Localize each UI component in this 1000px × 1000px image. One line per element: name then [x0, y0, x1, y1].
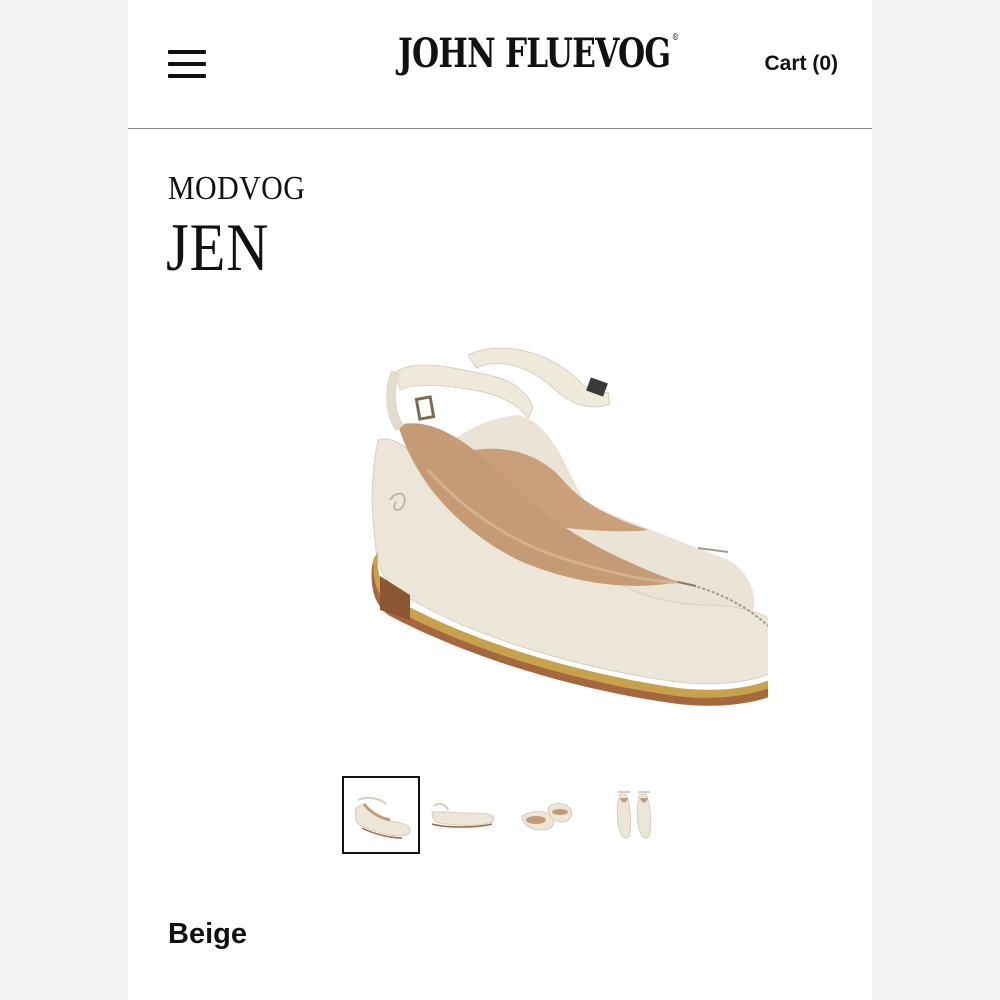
- collection-name: MODVOG: [168, 170, 306, 207]
- registered-mark: ®: [671, 33, 679, 43]
- thumbnail-top[interactable]: [598, 776, 676, 854]
- logo-text: JOHN FLUEVOG: [398, 30, 671, 77]
- thumbnail-side[interactable]: [426, 776, 504, 854]
- left-backdrop: [0, 0, 128, 1000]
- thumbnail-pair-back[interactable]: [512, 776, 590, 854]
- front-shoe: [371, 364, 768, 706]
- thumbnail-pair-angle[interactable]: [342, 776, 420, 854]
- product-page: JOHN FLUEVOG ® Cart (0) MODVOG JEN Beige: [128, 0, 872, 1000]
- color-name: Beige: [168, 918, 247, 950]
- right-backdrop: [872, 0, 1000, 1000]
- cart-link[interactable]: Cart (0): [764, 52, 838, 76]
- site-logo[interactable]: JOHN FLUEVOG ®: [398, 33, 679, 74]
- site-header: JOHN FLUEVOG ® Cart (0): [128, 0, 872, 129]
- thumbnail-strip: [342, 776, 652, 858]
- hamburger-menu-icon[interactable]: [168, 48, 206, 80]
- product-main-image[interactable]: [228, 320, 768, 740]
- product-title: JEN: [166, 209, 270, 285]
